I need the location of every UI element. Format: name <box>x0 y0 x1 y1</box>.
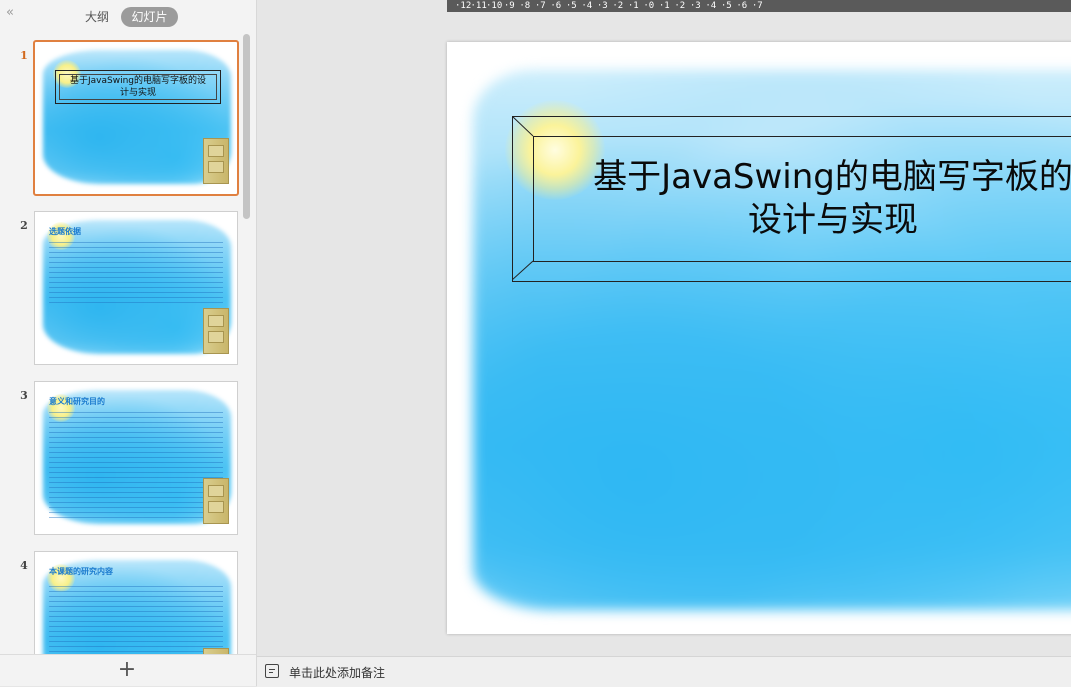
ruler-tick-label: ·2 <box>674 1 686 11</box>
ruler-tick-label: ·6 <box>736 1 748 11</box>
ruler-tick-label: ·3 <box>596 1 608 11</box>
slide-number: 2 <box>20 219 28 232</box>
ruler-tick-label: ·4 <box>581 1 593 11</box>
ruler-labels: ·12·11·10·9·8·7·6·5·4·3·2·1·0·1·2·3·4·5 ·… <box>455 0 765 12</box>
slide-thumbnail-row: 4 本课题的研究内容 <box>0 551 245 654</box>
tab-slides[interactable]: 幻灯片 <box>121 7 178 27</box>
thumbnail-heading: 选题依据 <box>49 227 81 236</box>
slide-thumbnail-row: 1 基于JavaSwing的电脑写字板的设计与实现 <box>0 40 245 201</box>
ruler-tick-label: ·10 <box>486 1 503 11</box>
ruler-tick-label: ·3 <box>689 1 701 11</box>
slide-canvas[interactable]: 基于JavaSwing的电脑写字板的 设计与实现 <box>447 42 1071 634</box>
door-image <box>203 308 229 354</box>
slide-title-line-1: 基于JavaSwing的电脑写字板的 <box>593 157 1071 197</box>
ruler-tick-label: ·12 <box>455 1 472 11</box>
add-slide-bar: + <box>0 654 256 686</box>
slide-number: 3 <box>20 389 28 402</box>
ruler-tick-label: ·1 <box>627 1 639 11</box>
ruler-tick-label: ·1 <box>658 1 670 11</box>
slide-thumbnail-1[interactable]: 基于JavaSwing的电脑写字板的设计与实现 <box>33 40 239 196</box>
slide-thumbnail-3[interactable]: 意义和研究目的 <box>34 381 238 535</box>
tab-outline[interactable]: 大纲 <box>78 7 116 27</box>
slide-thumbnail-4[interactable]: 本课题的研究内容 <box>34 551 238 654</box>
slide-thumbnail-2[interactable]: 选题依据 <box>34 211 238 365</box>
ruler-tick-label: ·2 <box>612 1 624 11</box>
ruler-tick-label: ·5 <box>720 1 732 11</box>
slide-title-line-2: 设计与实现 <box>748 200 918 240</box>
thumbnail-body-text <box>49 586 223 654</box>
door-image <box>203 478 229 524</box>
ruler-tick-label: ·7 <box>751 1 763 11</box>
thumbnail-body-text <box>49 412 223 522</box>
thumbnail-body-text <box>49 242 223 304</box>
slide-thumbnail-list: 1 基于JavaSwing的电脑写字板的设计与实现 2 选题依据 3 意义和研究… <box>0 32 256 654</box>
title-frame[interactable]: 基于JavaSwing的电脑写字板的 设计与实现 <box>512 116 1071 282</box>
horizontal-ruler[interactable]: ·12·11·10·9·8·7·6·5·4·3·2·1·0·1·2·3·4·5 ·… <box>447 0 1071 12</box>
notes-placeholder[interactable]: 单击此处添加备注 <box>289 664 385 681</box>
slide-number: 4 <box>20 559 28 572</box>
thumbnail-heading: 意义和研究目的 <box>49 397 105 406</box>
notes-bar[interactable]: 单击此处添加备注 <box>257 656 1071 687</box>
plus-icon[interactable]: + <box>117 658 137 682</box>
ruler-tick-label: ·11 <box>470 1 487 11</box>
ruler-tick-label: ·6 <box>550 1 562 11</box>
double-chevron-left-icon[interactable]: « <box>6 6 20 20</box>
thumbnail-heading: 本课题的研究内容 <box>49 567 113 576</box>
notes-icon <box>265 664 279 678</box>
slide-panel: « 大纲 幻灯片 1 基于JavaSwing的电脑写字板的设计与实现 2 选题依… <box>0 0 257 686</box>
thumbnail-title: 基于JavaSwing的电脑写字板的设计与实现 <box>55 70 221 104</box>
ruler-tick-label: ·7 <box>534 1 546 11</box>
thumbnail-scrollbar[interactable] <box>243 34 250 219</box>
ruler-tick-label: ·0 <box>643 1 655 11</box>
slide-number: 1 <box>20 49 28 62</box>
ruler-tick-label: ·5 <box>565 1 577 11</box>
slide-thumbnail-row: 2 选题依据 <box>0 211 245 371</box>
ruler-tick-label: ·9 <box>503 1 515 11</box>
slide-thumbnail-row: 3 意义和研究目的 <box>0 381 245 541</box>
door-image <box>203 138 229 184</box>
slide-title[interactable]: 基于JavaSwing的电脑写字板的 设计与实现 <box>533 136 1071 262</box>
ruler-tick-label: ·8 <box>519 1 531 11</box>
ruler-tick-label: ·4 <box>705 1 717 11</box>
